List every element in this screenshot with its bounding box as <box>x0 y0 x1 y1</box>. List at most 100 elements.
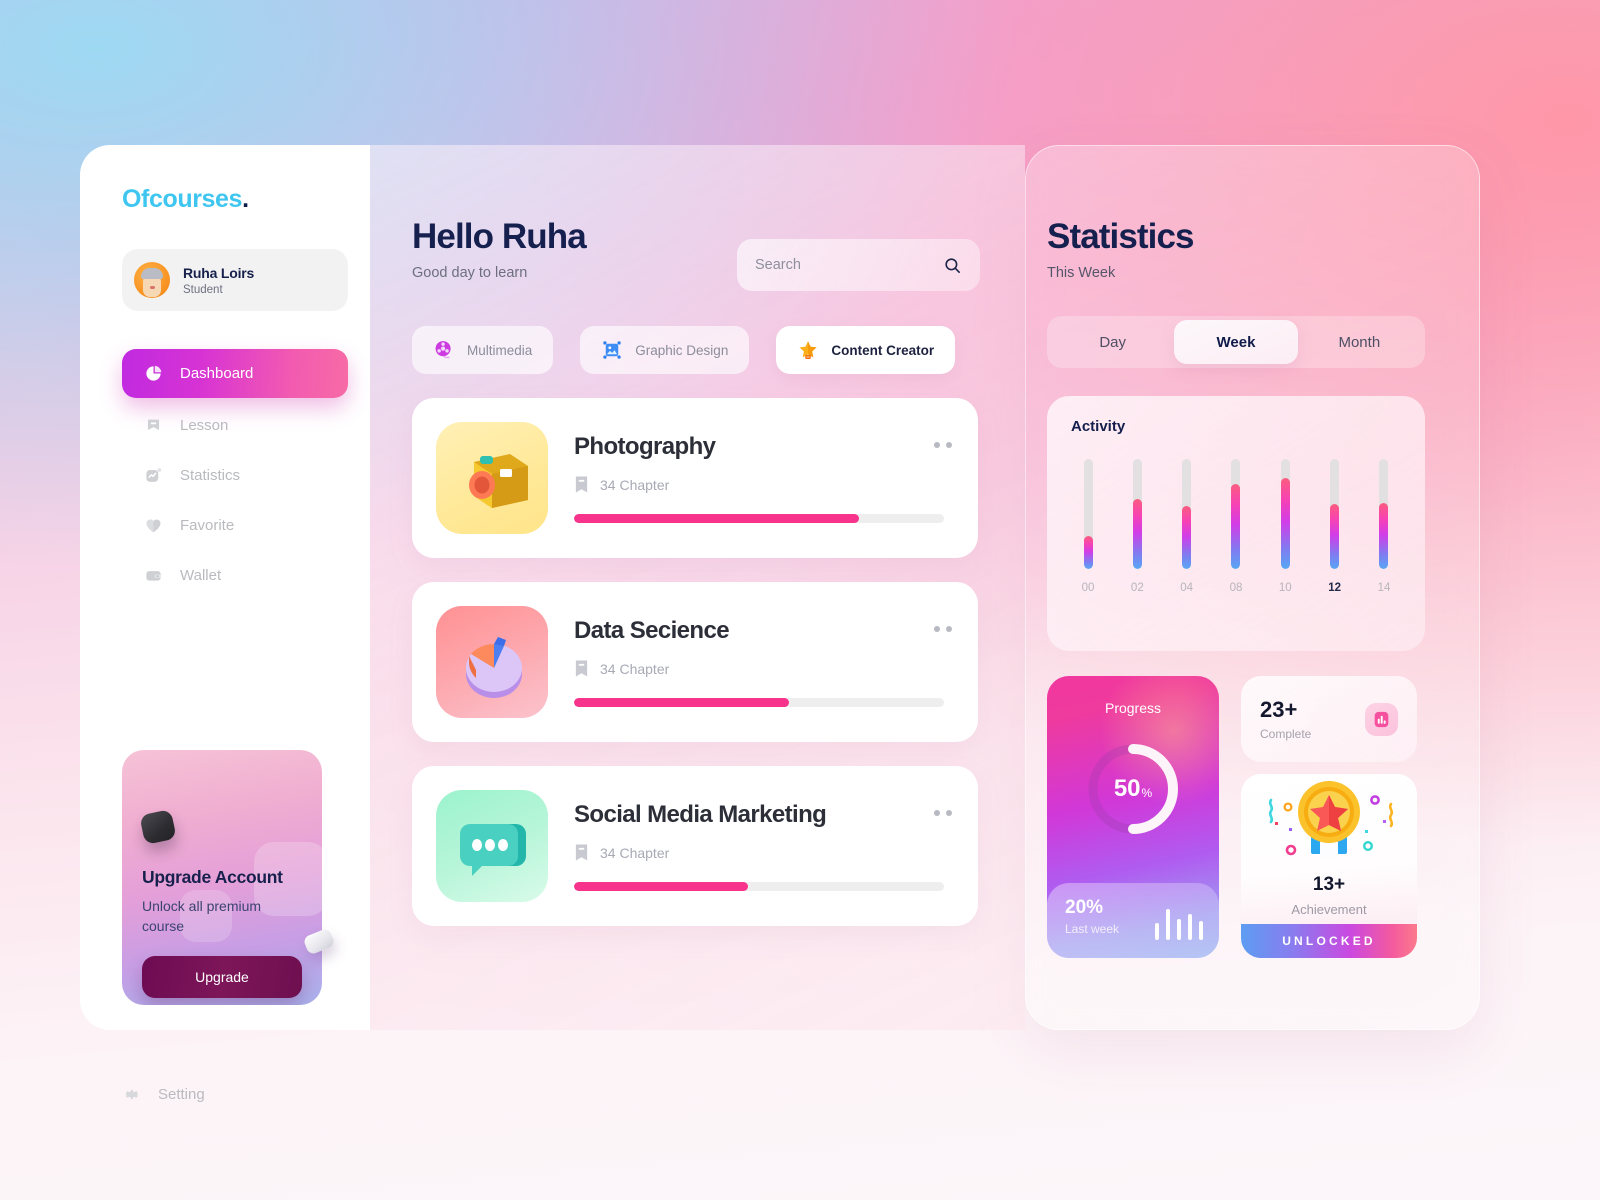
course-card-data-science[interactable]: Data Secience 34 Chapter <box>412 582 978 742</box>
progress-unit: % <box>1141 785 1153 800</box>
chapter-bookmark-icon <box>575 660 588 677</box>
course-chapters: 34 Chapter <box>600 660 670 677</box>
avatar-mouth <box>150 286 155 289</box>
activity-bar-label: 14 <box>1377 582 1391 594</box>
activity-bar-label: 04 <box>1180 582 1194 594</box>
progress-gauge: 50% <box>1080 736 1186 842</box>
activity-bar-label: 00 <box>1081 582 1095 594</box>
category-label: Content Creator <box>831 342 935 358</box>
brand-name: Ofcourses <box>122 185 243 213</box>
sidebar-item-dashboard[interactable]: Dashboard <box>122 349 348 398</box>
sidebar-item-label: Dashboard <box>180 365 254 382</box>
course-title: Social Media Marketing <box>574 801 827 828</box>
activity-chart-card: Activity 00 02 04 08 10 12 14 <box>1047 396 1425 651</box>
progress-card: Progress 50% 20% Last week <box>1047 676 1219 958</box>
course-more-options-icon[interactable] <box>934 442 952 448</box>
stats-right-column: 23+ Complete 13+ Achievement UNLOCKED <box>1241 676 1417 958</box>
course-progress-fill <box>574 514 859 523</box>
sidebar-item-wallet[interactable]: Wallet <box>122 552 348 598</box>
chapter-bookmark-icon <box>575 476 588 493</box>
sidebar-item-statistics[interactable]: Statistics <box>122 452 348 498</box>
statistics-title: Statistics <box>1047 217 1195 256</box>
last-week-sparkline <box>1155 898 1203 940</box>
sparkline-bar <box>1199 921 1203 940</box>
course-meta: 34 Chapter <box>574 843 944 862</box>
sparkline-bar <box>1188 913 1192 940</box>
course-card-social-media-marketing[interactable]: Social Media Marketing 34 Chapter <box>412 766 978 926</box>
setting-label: Setting <box>158 1086 205 1103</box>
activity-bar-track <box>1083 459 1093 569</box>
film-reel-icon <box>435 341 451 359</box>
range-tab-day[interactable]: Day <box>1051 320 1174 364</box>
range-tab-week[interactable]: Week <box>1174 320 1298 364</box>
profile-name: Ruha Loirs <box>183 264 255 281</box>
profile-text: Ruha Loirs Student <box>183 265 254 296</box>
unlocked-banner: UNLOCKED <box>1241 924 1417 958</box>
achievement-value: 13+ <box>1312 874 1346 895</box>
activity-bar-track <box>1280 459 1290 569</box>
search-input[interactable] <box>755 257 943 273</box>
progress-value: 50% <box>1080 736 1186 842</box>
upgrade-subtitle: Unlock all premium course <box>142 898 262 934</box>
activity-bar-label: 08 <box>1229 582 1243 594</box>
avatar-hair <box>141 268 163 279</box>
course-more-options-icon[interactable] <box>934 626 952 632</box>
stats-bottom-row: Progress 50% 20% Last week 23+ Complete … <box>1047 676 1480 958</box>
bar-chart-icon <box>1365 702 1398 736</box>
category-pill-list: Multimedia Graphic Design Content Creato… <box>412 326 1025 374</box>
sidebar: Ofcourses. Ruha Loirs Student Dashboard <box>80 145 370 1103</box>
avatar <box>134 262 170 298</box>
heart-icon <box>146 519 161 532</box>
chapter-bookmark-icon <box>575 844 588 861</box>
progress-label: Progress <box>1104 700 1162 716</box>
sparkline-bar <box>1166 908 1170 940</box>
activity-bar-track <box>1379 459 1389 569</box>
activity-bar-fill <box>1379 503 1389 569</box>
category-pill-multimedia[interactable]: Multimedia <box>412 326 554 374</box>
upgrade-button[interactable]: Upgrade <box>142 955 302 998</box>
activity-bar-fill <box>1280 477 1290 569</box>
category-pill-graphic-design[interactable]: Graphic Design <box>580 326 750 374</box>
course-thumbnail <box>436 790 548 902</box>
activity-bar-column: 02 <box>1120 459 1154 594</box>
course-card-photography[interactable]: Photography 34 Chapter <box>412 398 978 558</box>
search-box[interactable] <box>737 239 980 291</box>
sidebar-nav: Dashboard Lesson Statistics Favorite Wal… <box>80 349 370 598</box>
course-body: Social Media Marketing 34 Chapter <box>574 801 954 891</box>
sidebar-item-lesson[interactable]: Lesson <box>122 402 348 448</box>
course-meta: 34 Chapter <box>574 475 944 494</box>
course-body: Photography 34 Chapter <box>574 433 954 523</box>
activity-bar-track <box>1132 459 1142 569</box>
activity-bar-column: 14 <box>1367 459 1401 594</box>
sparkline-bar <box>1177 919 1181 940</box>
star-badge-icon <box>799 341 817 359</box>
bar-chart-glyph-icon <box>1374 711 1389 727</box>
brand-logo: Ofcourses. <box>122 185 370 214</box>
course-more-options-icon[interactable] <box>934 810 952 816</box>
sidebar-item-label: Lesson <box>180 416 229 434</box>
activity-bar-fill <box>1330 504 1340 569</box>
chart-square-icon <box>146 467 162 482</box>
range-tab-month[interactable]: Month <box>1298 320 1421 364</box>
sparkline-bar <box>1155 923 1159 940</box>
sidebar-item-label: Statistics <box>180 466 241 484</box>
chat-bubble-icon <box>460 824 526 876</box>
activity-bar-fill <box>1231 484 1241 569</box>
pie-chart-icon <box>146 365 162 381</box>
profile-card[interactable]: Ruha Loirs Student <box>122 249 348 311</box>
activity-bar-label: 02 <box>1130 582 1144 594</box>
profile-role: Student <box>183 283 223 296</box>
statistics-subtitle: This Week <box>1047 265 1116 281</box>
sidebar-item-label: Favorite <box>180 516 235 534</box>
course-chapters: 34 Chapter <box>600 476 670 493</box>
activity-bar-column: 12 <box>1318 459 1352 594</box>
complete-label: Complete <box>1260 727 1312 741</box>
course-title: Photography <box>574 433 716 460</box>
search-icon[interactable] <box>943 256 962 275</box>
activity-bar-column: 04 <box>1170 459 1204 594</box>
statistics-panel: Statistics This Week Day Week Month Acti… <box>1025 145 1480 1030</box>
activity-bar-label: 10 <box>1278 582 1292 594</box>
sidebar-item-favorite[interactable]: Favorite <box>122 502 348 548</box>
category-pill-content-creator[interactable]: Content Creator <box>776 326 956 374</box>
sidebar-item-setting[interactable]: Setting <box>122 1085 205 1104</box>
